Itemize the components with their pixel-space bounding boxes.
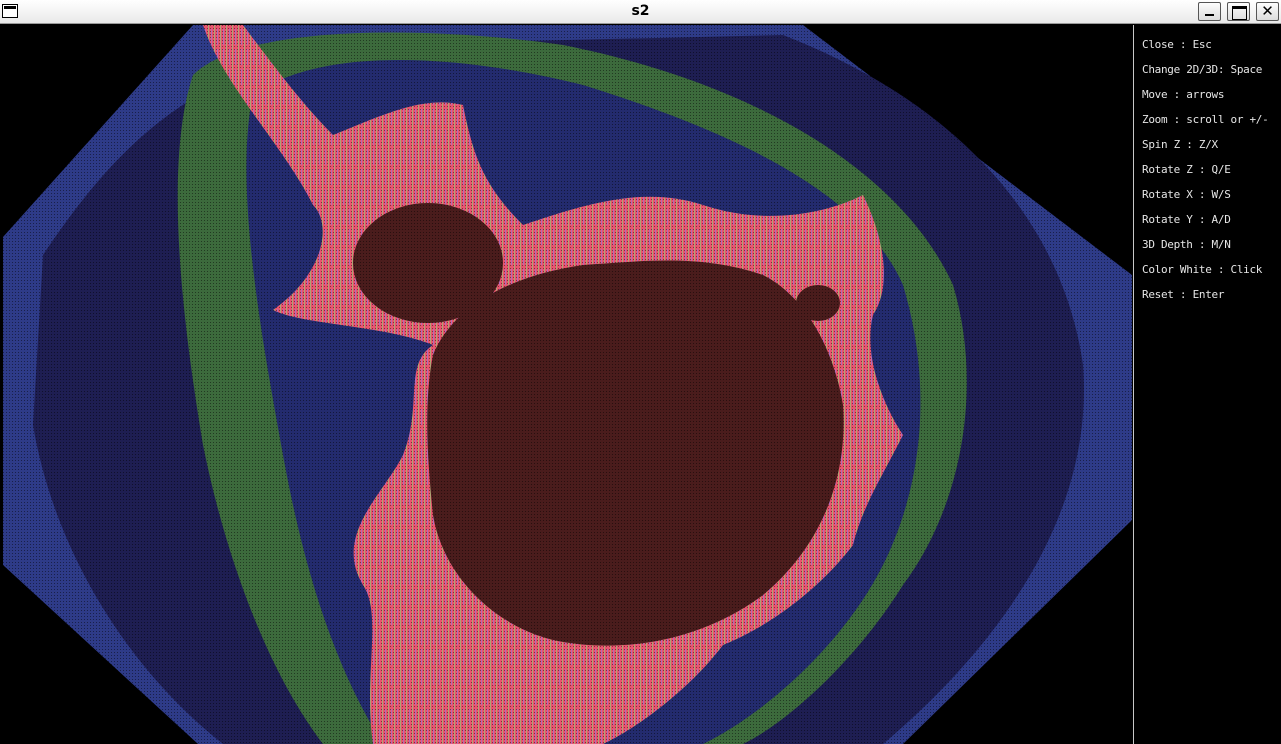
mandelbrot-render xyxy=(3,25,1132,744)
help-color-white: Color White : Click xyxy=(1142,263,1263,276)
help-change-mode: Change 2D/3D: Space xyxy=(1142,63,1263,76)
help-reset: Reset : Enter xyxy=(1142,288,1225,301)
panel-divider xyxy=(1133,25,1134,744)
close-button[interactable]: ✕ xyxy=(1256,2,1279,21)
help-zoom: Zoom : scroll or +/- xyxy=(1142,113,1269,126)
help-3d-depth: 3D Depth : M/N xyxy=(1142,238,1231,251)
app-window: s2 ✕ Close: Esc Change 2D/3D: Space Mov… xyxy=(0,0,1281,744)
window-title: s2 xyxy=(631,3,650,19)
close-icon: ✕ xyxy=(1261,2,1274,20)
help-rotate-z: Rotate Z : Q/E xyxy=(1142,163,1231,176)
minimize-button[interactable] xyxy=(1198,2,1221,21)
help-close: Close : Esc xyxy=(1142,38,1212,51)
help-rotate-y: Rotate Y : A/D xyxy=(1142,213,1231,226)
help-move: Move : arrows xyxy=(1142,88,1225,101)
fractal-canvas[interactable] xyxy=(3,25,1132,744)
title-bar[interactable]: s2 ✕ xyxy=(0,0,1281,24)
help-spin-z: Spin Z : Z/X xyxy=(1142,138,1218,151)
help-rotate-x: Rotate X : W/S xyxy=(1142,188,1231,201)
maximize-button[interactable] xyxy=(1227,2,1250,21)
controls-help-panel: Close : Esc Change 2D/3D: Space Move : a… xyxy=(1142,38,1277,313)
